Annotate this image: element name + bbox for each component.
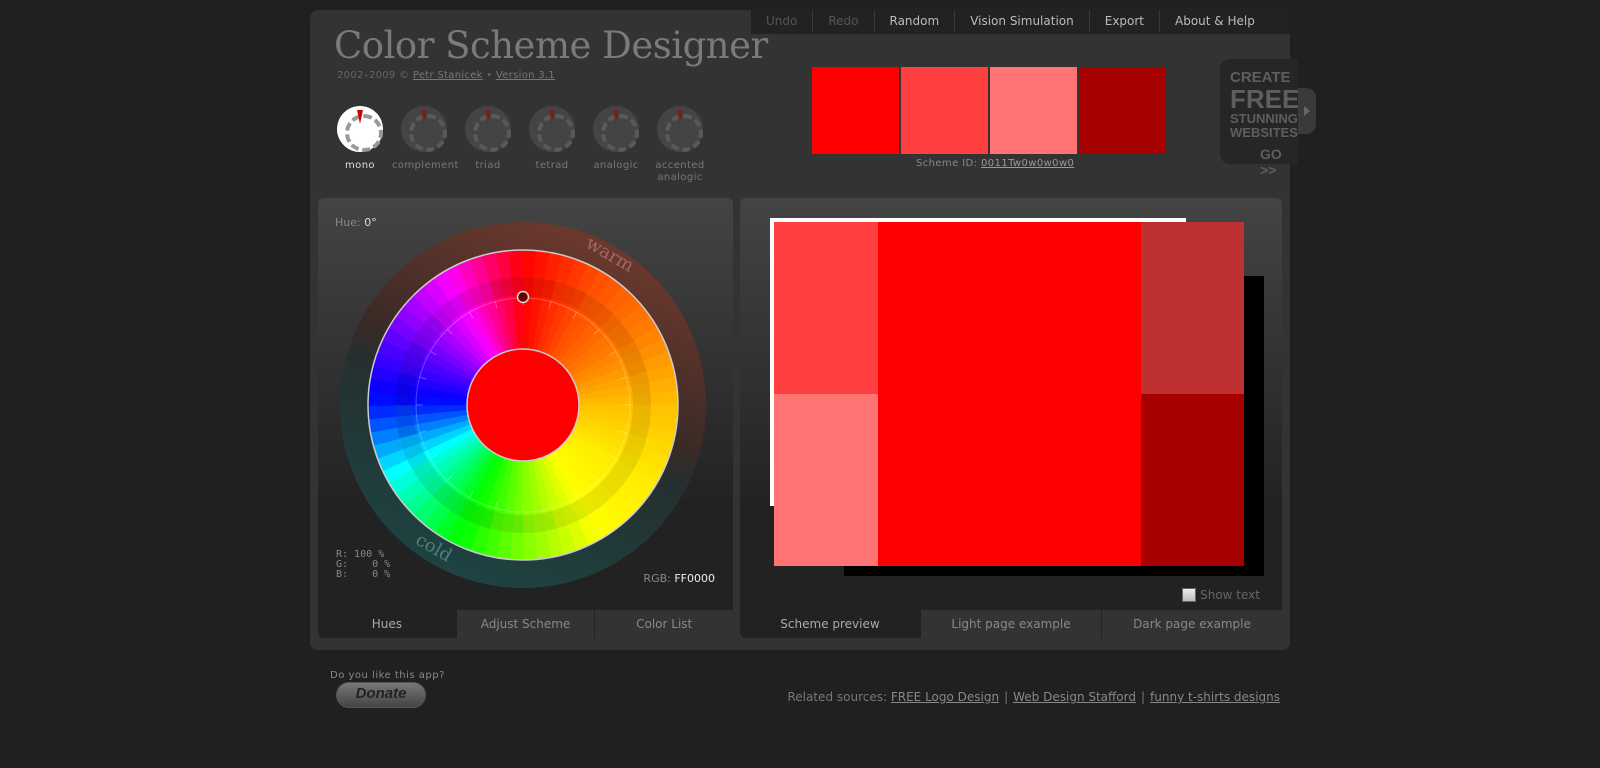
preview-block-main bbox=[878, 222, 1141, 566]
scheme-type-label: mono bbox=[345, 160, 375, 171]
color-wheel[interactable]: warmcold bbox=[338, 220, 708, 590]
version-link[interactable]: Version 3.1 bbox=[496, 70, 555, 81]
mono-dial-icon bbox=[337, 106, 383, 152]
like-prompt: Do you like this app? bbox=[330, 670, 445, 681]
related-link-tshirts[interactable]: funny t-shirts designs bbox=[1150, 690, 1280, 704]
ad-expand-arrow-icon[interactable] bbox=[1298, 88, 1316, 134]
preview-panel: Show text Scheme preview Light page exam… bbox=[740, 198, 1282, 638]
app-title: Color Scheme Designer bbox=[334, 24, 768, 67]
swatch-lighter[interactable] bbox=[990, 67, 1077, 154]
related-link-web-design-stafford[interactable]: Web Design Stafford bbox=[1013, 690, 1136, 704]
top-navigation: Undo Redo Random Vision Simulation Expor… bbox=[751, 8, 1290, 34]
show-text-checkbox[interactable] bbox=[1182, 588, 1197, 602]
redo-button[interactable]: Redo bbox=[812, 10, 873, 32]
ad-line: WEBSITES bbox=[1230, 125, 1298, 140]
related-sources: Related sources: FREE Logo Design | Web De… bbox=[787, 690, 1280, 704]
scheme-id-label: Scheme ID: bbox=[916, 158, 982, 169]
random-button[interactable]: Random bbox=[873, 10, 955, 32]
scheme-type-complement[interactable]: complement bbox=[392, 106, 459, 184]
scheme-id-link[interactable]: 0011Tw0w0w0w0 bbox=[981, 158, 1074, 169]
scheme-id: Scheme ID: 0011Tw0w0w0w0 bbox=[916, 158, 1074, 169]
copyright: 2002–2009 © Petr Stanicek • Version 3.1 bbox=[337, 70, 555, 81]
related-link-logo-design[interactable]: FREE Logo Design bbox=[891, 690, 999, 704]
accented-analogic-dial-icon bbox=[657, 106, 703, 152]
preview-block-top-right bbox=[1141, 222, 1244, 394]
about-help-button[interactable]: About & Help bbox=[1159, 10, 1270, 32]
show-text-toggle[interactable]: Show text bbox=[1182, 588, 1260, 602]
vision-simulation-button[interactable]: Vision Simulation bbox=[954, 10, 1089, 32]
preview-block-top-left bbox=[774, 222, 878, 394]
rgb-label: RGB: bbox=[643, 572, 675, 585]
scheme-preview bbox=[740, 198, 1282, 638]
hue-label: Hue: bbox=[335, 216, 365, 229]
analogic-dial-icon bbox=[593, 106, 639, 152]
swatch-primary[interactable] bbox=[812, 67, 899, 154]
rgb-percentages: R: 100 % G: 0 % B: 0 % bbox=[336, 549, 391, 580]
tab-adjust-scheme[interactable]: Adjust Scheme bbox=[455, 610, 595, 638]
ad-go-link[interactable]: GO >> bbox=[1230, 146, 1298, 178]
preview-block-bottom-left bbox=[774, 394, 878, 566]
divider: | bbox=[1141, 690, 1146, 704]
hue-selector-handle[interactable] bbox=[516, 290, 530, 304]
related-label: Related sources: bbox=[787, 690, 891, 704]
tab-light-page-example[interactable]: Light page example bbox=[920, 610, 1101, 638]
ad-line: FREE bbox=[1230, 84, 1300, 114]
scheme-type-label: tetrad bbox=[535, 160, 569, 171]
copyright-years: 2002–2009 © bbox=[337, 70, 413, 81]
scheme-type-label: complement bbox=[392, 160, 459, 171]
donate-button[interactable]: Donate bbox=[336, 682, 426, 708]
swatch-light[interactable] bbox=[901, 67, 988, 154]
create-websites-ad[interactable]: CREATE FREE STUNNING WEBSITES GO >> bbox=[1220, 59, 1300, 178]
scheme-type-label: accented analogic bbox=[655, 160, 705, 183]
scheme-type-analogic[interactable]: analogic bbox=[584, 106, 648, 184]
scheme-type-tetrad[interactable]: tetrad bbox=[520, 106, 584, 184]
triad-dial-icon bbox=[465, 106, 511, 152]
palette-swatches bbox=[812, 67, 1166, 154]
tetrad-dial-icon bbox=[529, 106, 575, 152]
selected-color-center bbox=[466, 348, 580, 462]
rgb-hex-readout: RGB: FF0000 bbox=[643, 572, 715, 585]
scheme-type-selector: mono complement triad tetrad analogic ac… bbox=[328, 106, 712, 184]
scheme-type-label: triad bbox=[475, 160, 501, 171]
scheme-type-triad[interactable]: triad bbox=[456, 106, 520, 184]
swatch-dark[interactable] bbox=[1079, 67, 1166, 154]
scheme-type-label: analogic bbox=[593, 160, 639, 171]
ad-line: STUNNING bbox=[1230, 111, 1298, 126]
author-link[interactable]: Petr Stanicek bbox=[413, 70, 483, 81]
left-panel-tabs: Hues Adjust Scheme Color List bbox=[318, 610, 733, 638]
rgb-hex-value: FF0000 bbox=[674, 572, 715, 585]
hue-readout: Hue: 0° bbox=[335, 216, 377, 229]
copyright-separator: • bbox=[482, 70, 496, 81]
hue-value: 0° bbox=[364, 216, 377, 229]
undo-button[interactable]: Undo bbox=[751, 10, 812, 32]
right-panel-tabs: Scheme preview Light page example Dark p… bbox=[740, 610, 1282, 638]
scheme-type-mono[interactable]: mono bbox=[328, 106, 392, 184]
preview-block-bottom-right bbox=[1141, 394, 1244, 566]
show-text-label: Show text bbox=[1200, 588, 1260, 602]
tab-dark-page-example[interactable]: Dark page example bbox=[1101, 610, 1282, 638]
scheme-type-accented-analogic[interactable]: accented analogic bbox=[648, 106, 712, 184]
complement-dial-icon bbox=[401, 106, 447, 152]
tab-hues[interactable]: Hues bbox=[318, 610, 456, 638]
tab-scheme-preview[interactable]: Scheme preview bbox=[740, 610, 920, 638]
divider: | bbox=[1004, 690, 1009, 704]
tab-color-list[interactable]: Color List bbox=[594, 610, 733, 638]
hues-panel: warm cold Hue: 0° R: 100 % G: 0 % B: 0 % … bbox=[318, 198, 733, 638]
app-window: Color Scheme Designer 2002–2009 © Petr S… bbox=[310, 8, 1316, 650]
export-button[interactable]: Export bbox=[1088, 10, 1159, 32]
